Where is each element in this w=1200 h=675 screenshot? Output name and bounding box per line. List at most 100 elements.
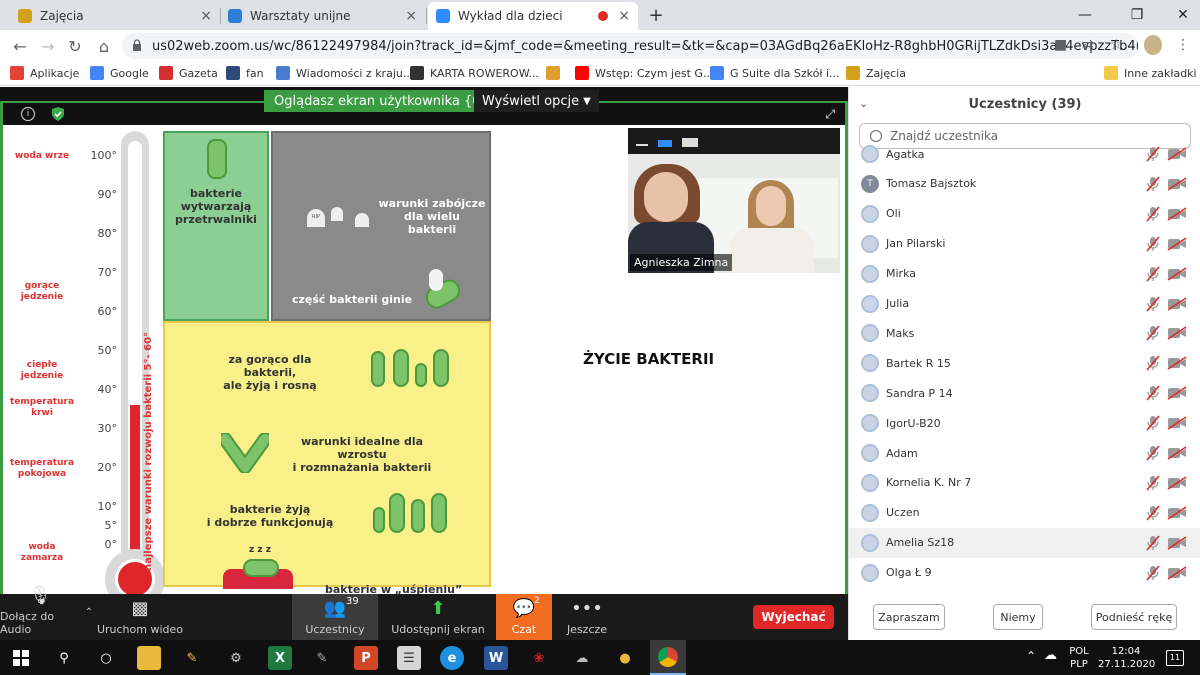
bookmark-item[interactable]: Aplikacje [10,66,79,80]
video-off-icon [1167,416,1187,430]
app-icon[interactable]: ⚙ [224,646,248,670]
participant-row[interactable]: IgorU-B20 [849,408,1200,438]
file-explorer-icon[interactable] [137,646,161,670]
new-tab-button[interactable]: + [644,4,668,26]
participant-row[interactable]: Amelia Sz18 [849,527,1200,558]
browser-tab[interactable]: Zajęcia × [10,2,220,30]
other-bookmarks[interactable]: Inne zakładki [1104,66,1197,80]
notepad-icon[interactable]: ☰ [397,646,421,670]
language-indicator[interactable]: POL PLP [1064,645,1094,671]
close-tab-icon[interactable]: × [618,8,630,24]
powerpoint-icon[interactable]: P [354,646,378,670]
bookmark-item[interactable]: KARTA ROWEROW... [410,66,539,80]
windows-start-icon[interactable] [13,650,29,666]
bookmark-item[interactable]: Google [90,66,149,80]
participant-row[interactable]: Mirka [849,259,1200,289]
shield-icon[interactable] [51,106,65,122]
invite-button[interactable]: Zapraszam [873,604,945,630]
raise-hand-button[interactable]: Podnieść rękę [1091,604,1177,630]
participant-row[interactable]: T Tomasz Bajsztok [849,169,1200,199]
edge-icon[interactable]: e [440,646,464,670]
chrome-taskbar-button[interactable] [650,640,686,675]
join-audio-button[interactable]: 🎙 Dołącz do Audio [0,585,80,640]
task-view-icon[interactable]: ○ [94,646,118,670]
participant-row[interactable]: Jan Pilarski [849,229,1200,259]
participant-row[interactable]: Maks [849,318,1200,348]
gravestone-icon [355,213,369,227]
bookmark-item[interactable]: Zajęcia [846,66,906,80]
participant-row[interactable]: Agatka [849,143,1200,169]
back-icon[interactable]: ← [8,35,32,57]
app-icon[interactable]: ● [613,646,637,670]
close-tab-icon[interactable]: × [405,8,417,24]
browser-tab[interactable]: Warsztaty unijne × [220,2,425,30]
app-icon[interactable]: ❀ [527,646,551,670]
person-face [644,172,688,222]
cloud-icon[interactable]: ☁ [1044,649,1057,662]
bookmark-item[interactable] [546,66,566,80]
fullscreen-icon[interactable]: ⤢ [825,107,835,122]
start-video-button[interactable]: ▩ Uruchom wideo [96,594,184,640]
participant-row[interactable]: Sandra P 14 [849,378,1200,408]
close-window-icon[interactable]: ✕ [1160,0,1200,30]
close-tab-icon[interactable]: × [200,8,212,24]
app-icon[interactable]: ✎ [310,646,334,670]
audio-options-chevron[interactable]: ⌃ [82,594,96,640]
participants-button[interactable]: 👥 39 Uczestnicy [292,594,378,640]
thermometer-tick: 10° [97,500,118,513]
participant-row[interactable]: Kornelia K. Nr 7 [849,468,1200,498]
avatar [861,503,879,522]
mic-muted-icon [1146,236,1160,252]
bookmark-favicon-icon [410,66,424,80]
profile-avatar[interactable] [1144,35,1162,55]
search-icon[interactable]: ⚲ [52,646,76,670]
share-screen-button[interactable]: ⬆ Udostępnij ekran [390,594,486,640]
speaker-view-icon[interactable] [658,140,672,147]
maximize-icon[interactable]: ❐ [1114,0,1160,30]
translate-icon[interactable]: ⇄ [1082,37,1094,53]
participant-row[interactable]: Bartek R 15 [849,348,1200,378]
mute-all-button[interactable]: Niemy [993,604,1043,630]
gallery-view-icon[interactable] [682,138,698,147]
excel-icon[interactable]: X [268,646,292,670]
participants-panel: ⌄ Uczestnicy (39) Znajdź uczestnika Agat… [848,87,1200,640]
keyboard-code: PLP [1070,659,1088,670]
tray-chevron-icon[interactable]: ⌃ [1026,650,1036,663]
participant-row[interactable]: Uczen [849,498,1200,528]
participant-row[interactable]: Julia [849,289,1200,319]
more-button[interactable]: ••• Jeszcze [562,594,612,640]
reload-icon[interactable]: ↻ [63,35,87,57]
participant-row[interactable]: Olga Ł 9 [849,558,1200,588]
temperature-label: gorące jedzenie [20,281,64,302]
address-bar[interactable]: us02web.zoom.us/wc/86122497984/join?trac… [122,33,1138,59]
info-icon[interactable]: i [21,107,35,121]
bacterium-icon [415,363,427,387]
clock[interactable]: 12:04 27.11.2020 [1098,645,1155,671]
participant-row[interactable]: Adam [849,438,1200,468]
camera-blocked-icon[interactable]: ■ [1054,37,1067,53]
view-options-button[interactable]: Wyświetl opcje ▼ [474,90,599,112]
bookmark-item[interactable]: G Suite dla Szkół i... [710,66,840,80]
participant-row[interactable]: Oli [849,199,1200,229]
bookmark-item[interactable]: fan [226,66,264,80]
word-icon[interactable]: W [484,646,508,670]
app-icon[interactable]: ☁ [570,646,594,670]
notifications-icon[interactable]: 11 [1166,650,1184,666]
paint-icon[interactable]: ✎ [180,646,204,670]
minimize-video-icon[interactable] [636,144,648,146]
chat-button[interactable]: 💬 2 Czat [496,594,552,640]
bookmark-item[interactable]: Gazeta [159,66,218,80]
browser-tab[interactable]: Wykład dla dzieci × [428,2,638,30]
avatar [861,324,879,343]
menu-icon[interactable]: ⋮ [1176,37,1190,53]
bookmark-item[interactable]: Wiadomości z kraju... [276,66,413,80]
home-icon[interactable]: ⌂ [92,35,116,57]
bookmark-star-icon[interactable]: ☆ [1110,37,1123,53]
participant-name: Adam [886,446,918,460]
forward-icon[interactable]: → [36,35,60,57]
leave-meeting-button[interactable]: Wyjechać [753,605,834,629]
minimize-icon[interactable]: — [1062,0,1108,30]
optimal-conditions-label: najlepsze warunki rozwoju bakterii 5°- 6… [143,331,154,571]
speaker-video[interactable]: Agnieszka Zimna [628,128,840,273]
bookmark-item[interactable]: Wstęp: Czym jest G... [575,66,713,80]
